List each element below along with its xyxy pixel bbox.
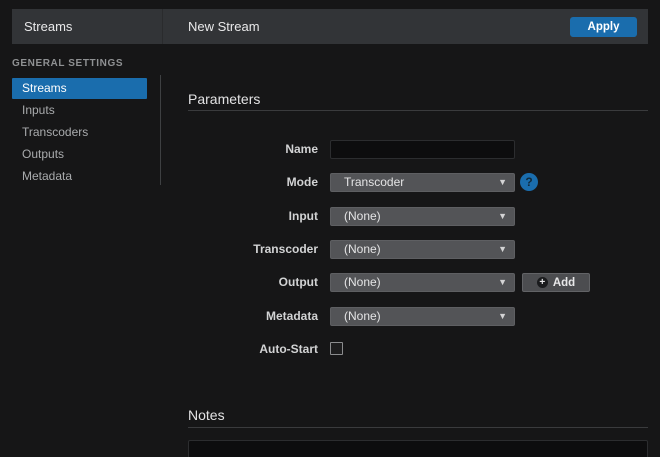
parameters-rule [188,110,648,111]
add-output-label: Add [553,277,575,289]
app-window: Streams New Stream Apply GENERAL SETTING… [0,0,660,457]
input-dropdown-value: (None) [344,209,381,223]
mode-label: Mode [188,173,318,192]
help-icon[interactable]: ? [520,173,538,191]
name-input[interactable] [330,140,515,159]
sidebar-divider [160,75,161,185]
sidebar-item-outputs[interactable]: Outputs [12,144,147,165]
input-dropdown[interactable]: (None) ▼ [330,207,515,226]
transcoder-dropdown-value: (None) [344,242,381,256]
input-label: Input [188,207,318,226]
metadata-label: Metadata [188,307,318,326]
transcoder-label: Transcoder [188,240,318,259]
topbar-divider [162,9,163,44]
chevron-down-icon: ▼ [498,174,507,191]
plus-circle-icon: + [537,277,548,288]
chevron-down-icon: ▼ [498,274,507,291]
autostart-checkbox[interactable] [330,342,343,355]
chevron-down-icon: ▼ [498,208,507,225]
transcoder-dropdown[interactable]: (None) ▼ [330,240,515,259]
add-output-button[interactable]: + Add [522,273,590,292]
sidebar-section-title: Streams [24,9,72,44]
notes-rule [188,427,648,428]
parameters-heading: Parameters [188,91,260,107]
mode-dropdown[interactable]: Transcoder ▼ [330,173,515,192]
output-dropdown[interactable]: (None) ▼ [330,273,515,292]
sidebar-item-inputs[interactable]: Inputs [12,100,147,121]
top-bar: Streams New Stream Apply [12,9,648,44]
sidebar-item-streams[interactable]: Streams [12,78,147,99]
page-title: New Stream [188,9,260,44]
sidebar-heading: GENERAL SETTINGS [12,58,123,69]
mode-dropdown-value: Transcoder [344,175,404,189]
sidebar-item-metadata[interactable]: Metadata [12,166,147,187]
name-label: Name [188,140,318,159]
metadata-dropdown[interactable]: (None) ▼ [330,307,515,326]
output-label: Output [188,273,318,292]
sidebar-nav: Streams Inputs Transcoders Outputs Metad… [0,78,160,188]
apply-button[interactable]: Apply [570,17,637,37]
output-dropdown-value: (None) [344,275,381,289]
sidebar-item-transcoders[interactable]: Transcoders [12,122,147,143]
notes-heading: Notes [188,407,225,423]
autostart-label: Auto-Start [188,340,318,359]
chevron-down-icon: ▼ [498,241,507,258]
chevron-down-icon: ▼ [498,308,507,325]
notes-textarea[interactable] [188,440,648,457]
metadata-dropdown-value: (None) [344,309,381,323]
